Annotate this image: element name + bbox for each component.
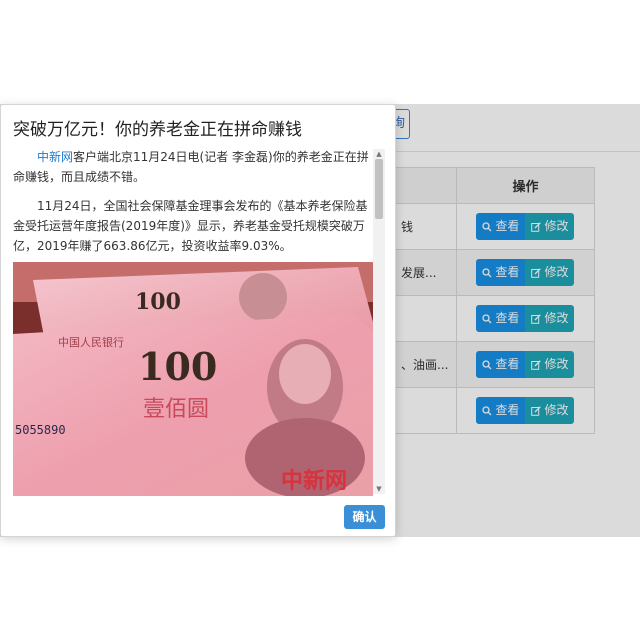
scroll-down-arrow-icon[interactable]: ▼ <box>375 485 383 493</box>
note-denomination: 壹佰圆 <box>143 397 209 422</box>
watermark-logo: 中新网 <box>281 468 347 494</box>
confirm-button[interactable]: 确认 <box>344 505 385 529</box>
scroll-thumb[interactable] <box>375 159 383 219</box>
dialog-body[interactable]: 中新网客户端北京11月24日电(记者 李金磊)你的养老金正在拼命赚钱，而且成绩不… <box>13 147 385 496</box>
back-note-value: 100 <box>135 289 181 315</box>
article-paragraph: 11月24日，全国社会保障基金理事会发布的《基本养老保险基金受托运营年度报告(2… <box>13 199 368 253</box>
front-note-value: 100 <box>138 344 217 389</box>
article-dialog: 突破万亿元！你的养老金正在拼命赚钱 中新网客户端北京11月24日电(记者 李金磊… <box>0 104 396 537</box>
article-paragraph: 中新网客户端北京11月24日电(记者 李金磊)你的养老金正在拼命赚钱，而且成绩不… <box>13 147 373 187</box>
scroll-up-arrow-icon[interactable]: ▲ <box>375 150 383 158</box>
dialog-title: 突破万亿元！你的养老金正在拼命赚钱 <box>13 120 302 140</box>
banknote-photo: 100 中国人民银行 100 壹佰圆 5055890 中新网 <box>13 262 373 496</box>
serial-number: 5055890 <box>15 423 66 437</box>
bank-name: 中国人民银行 <box>58 335 124 349</box>
source-link[interactable]: 中新网 <box>37 150 73 164</box>
dialog-scrollbar[interactable]: ▲ ▼ <box>373 149 385 494</box>
